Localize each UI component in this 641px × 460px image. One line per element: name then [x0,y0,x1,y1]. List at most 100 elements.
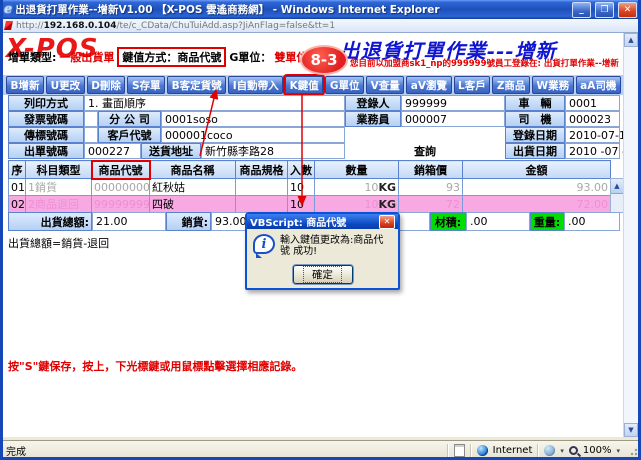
col-amount: 金額 [463,161,611,179]
toolbar-button-d-delete[interactable]: D刪除 [87,76,126,94]
items-header-row: 序 科目類型 商品代號 商品名稱 商品規格 入數 數量 銷箱價 金額 [9,161,611,179]
order-type-value: 一般出貨單 [59,49,114,65]
zoom-icon[interactable] [569,446,578,455]
close-button[interactable]: ✕ [618,2,637,18]
branch-field[interactable]: 0001soso [161,111,345,127]
order-no-field[interactable]: 000227 [84,143,141,159]
dialog-close-icon[interactable]: ✕ [379,215,395,229]
cell-price: 93 [399,179,463,196]
item-row-2[interactable]: 02 2商品退回 9999999999999 四破 10 10KG 72 72.… [9,196,611,213]
url-text[interactable]: http://192.168.0.104/te/c_CData/ChuTuiAd… [16,21,335,31]
registrant-field[interactable]: 999999 [401,95,505,111]
url-path: /te/c_CData/ChuTuiAdd.asp?JiAnFlag=false… [116,21,335,31]
col-type: 科目類型 [26,161,92,179]
status-text: 完成 [3,443,442,458]
maximize-button[interactable]: ❐ [595,2,614,18]
cell-pack: 10 [288,179,315,196]
sales-label: 銷貨: [166,212,211,231]
caret-down-icon[interactable]: ▾ [560,447,564,455]
page-content: X-POS 出退貨打單作業---增新 增單類型: 一般出貨單 鍵值方式：商品代號… [3,33,638,437]
order-form: 列印方式 1. 畫面順序 登錄人 999999 車 輛 0001 發票號碼 分 … [8,95,620,159]
toolbar-button-av-browse[interactable]: aV瀏覽 [406,76,451,94]
cell-amount: 72.00 [463,196,611,213]
customer-field[interactable]: 000001coco [161,127,345,143]
driver-label: 司 機 [505,111,565,127]
total-label: 出貨總額: [8,212,92,231]
regdate-field[interactable]: 2010-07-12 [565,127,620,143]
toolbar-button-v-quantity[interactable]: V查量 [366,76,404,94]
invoice-field[interactable] [84,111,98,127]
order-no-label: 出單號碼 [8,143,84,159]
cell-price: 72 [399,196,463,213]
info-icon: i [253,234,275,258]
protected-mode-icon[interactable] [544,445,555,456]
cell-type: 2商品退回 [26,196,92,213]
cell-name: 四破 [150,196,236,213]
branch-label: 分 公 司 [98,111,161,127]
url-host: 192.168.0.104 [44,21,117,31]
salesman-field[interactable]: 000007 [401,111,505,127]
toolbar-button-g-unit[interactable]: G單位 [325,76,364,94]
form-row-3: 傳標號碼 客戶代號 000001coco 登錄日期 2010-07-12 [8,127,620,143]
address-field[interactable]: 新竹縣李路28 [201,143,345,159]
toolbar-button-w-sales[interactable]: W業務 [532,76,574,94]
query-link[interactable]: 查詢 [345,143,505,159]
dialog-title-bar[interactable]: VBScript: 商品代號 ✕ [247,214,398,229]
login-info: 您目前以加盟商sk1_np的999999號員工登錄在: 出貨打單作業--增新 [350,57,638,69]
zoom-caret-icon[interactable]: ▾ [616,447,620,455]
toolbar-button-aa-driver[interactable]: aA司機 [576,76,621,94]
cell-type: 1銷貨 [26,179,92,196]
dialog-title: VBScript: 商品代號 [250,214,379,229]
print-mode-field[interactable]: 1. 畫面順序 [84,95,345,111]
toolbar: B增新 U更改 D刪除 S存單 B客定貨號 I自動帶入 K鍵值 G單位 V查量 … [3,75,624,95]
page-icon [4,21,13,30]
cell-qty: 10KG [315,179,399,196]
regdate-label: 登錄日期 [505,127,565,143]
items-scrollbar[interactable]: ▲ [610,178,624,213]
cell-seq: 02 [9,196,26,213]
scroll-up-icon[interactable]: ▲ [624,33,638,47]
shipdate-field[interactable]: 2010 -07 -12 [565,143,620,159]
toolbar-button-u-edit[interactable]: U更改 [46,76,85,94]
item-row-1[interactable]: 01 1銷貨 0000000000109 紅秋姑 10 10KG 93 93.0… [9,179,611,196]
volume-field: .00 [466,212,530,231]
toolbar-button-s-save[interactable]: S存單 [127,76,165,94]
weight-field: .00 [564,212,620,231]
instruction-text: 按"S"鍵保存，按上，下光標鍵或用鼠標點擊選擇相應記錄。 [8,358,302,374]
minimize-button[interactable]: _ [572,2,591,18]
toolbar-button-b-custom-code[interactable]: B客定貨號 [167,76,226,94]
scroll-up-icon[interactable]: ▲ [611,179,623,194]
voucher-field[interactable] [84,127,98,143]
customer-label: 客戶代號 [98,127,161,143]
toolbar-button-l-customer[interactable]: L客戶 [454,76,491,94]
ok-button[interactable]: 確定 [293,265,353,284]
toolbar-button-k-keyvalue[interactable]: K鍵值 [285,76,323,94]
resize-grip[interactable] [625,447,638,460]
title-bar[interactable]: e 出退貨打單作業--增新V1.00 【X-POS 雲遙商務網】 - Windo… [0,0,641,19]
document-icon [454,444,465,457]
total-field: 21.00 [92,212,166,231]
toolbar-button-b-add[interactable]: B增新 [6,76,44,94]
page-scrollbar[interactable]: ▲ ▼ [623,33,638,437]
toolbar-button-i-autofill[interactable]: I自動帶入 [228,76,283,94]
col-seq: 序 [9,161,26,179]
address-bar[interactable]: http://192.168.0.104/te/c_CData/ChuTuiAd… [0,19,641,33]
toolbar-button-z-product[interactable]: Z商品 [492,76,530,94]
meta-row: 增單類型: 一般出貨單 鍵值方式：商品代號 G單位： 雙單位 [8,48,307,66]
dialog-message: 輸入鍵值更改為:商品代號 成功! [280,235,392,258]
unit-mode-label: G單位： [229,49,271,65]
driver-field[interactable]: 000023 [565,111,620,127]
dialog-body: i 輸入鍵值更改為:商品代號 成功! 確定 [247,229,398,288]
items-table: 序 科目類型 商品代號 商品名稱 商品規格 入數 數量 銷箱價 金額 01 1銷… [8,160,611,213]
browser-window: e 出退貨打單作業--增新V1.00 【X-POS 雲遙商務網】 - Windo… [0,0,641,460]
vehicle-field[interactable]: 0001 [565,95,620,111]
form-spacer [345,127,505,143]
vbscript-dialog[interactable]: VBScript: 商品代號 ✕ i 輸入鍵值更改為:商品代號 成功! 確定 [245,212,400,290]
window-title: 出退貨打單作業--增新V1.00 【X-POS 雲遙商務網】 - Windows… [15,2,568,17]
zoom-level[interactable]: 100% [583,445,612,456]
form-row-1: 列印方式 1. 畫面順序 登錄人 999999 車 輛 0001 [8,95,620,111]
form-row-4: 出單號碼 000227 送貨地址 新竹縣李路28 查詢 出貨日期 2010 -0… [8,143,620,159]
scroll-down-icon[interactable]: ▼ [624,423,638,437]
ie-icon: e [4,2,12,17]
security-zone: Internet [493,445,533,456]
